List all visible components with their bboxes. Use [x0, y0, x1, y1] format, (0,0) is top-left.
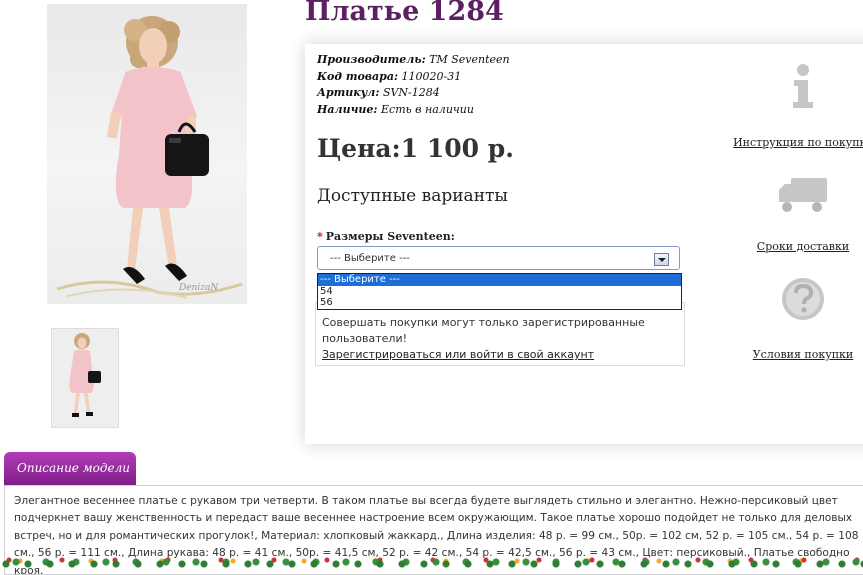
tab-description[interactable]: Описание модели — [4, 452, 136, 486]
code-value: 110020-31 — [401, 69, 462, 83]
tab-description-label: Описание модели — [17, 461, 130, 475]
variants-heading: Доступные варианты — [317, 186, 508, 206]
required-mark: * — [317, 230, 323, 243]
model-photo: DenizaN — [56, 16, 243, 299]
size-option[interactable]: --- Выберите --- — [318, 274, 681, 286]
code-label: Код товара: — [317, 69, 399, 83]
size-select-value: --- Выберите --- — [330, 253, 410, 264]
stock-row: Наличие: Есть в наличии — [317, 102, 510, 119]
question-icon — [782, 278, 824, 320]
truck-icon — [779, 178, 827, 212]
watermark-text: DenizaN — [178, 283, 219, 293]
product-main-image[interactable]: DenizaN — [47, 4, 247, 304]
sku-label: Артикул: — [317, 86, 380, 99]
size-dropdown-list[interactable]: --- Выберите --- 54 56 — [317, 273, 682, 310]
price: Цена:1 100 р. — [317, 134, 514, 163]
manufacturer-row: Производитель: ТМ Seventeen — [317, 52, 510, 69]
info-icon — [793, 64, 813, 108]
product-title: Платье 1284 — [305, 0, 504, 27]
code-row: Код товара: 110020-31 — [317, 69, 510, 86]
sku-row: Артикул: SVN-1284 — [317, 85, 510, 102]
sidebar-item-terms[interactable]: Условия покупки — [723, 276, 863, 361]
sidebar-item-delivery[interactable]: Сроки доставки — [723, 174, 863, 253]
stock-value: Есть в наличии — [381, 102, 474, 116]
sku-value: SVN-1284 — [382, 86, 440, 99]
notice-text: Совершать покупки могут только зарегистр… — [322, 316, 645, 345]
size-option[interactable]: 56 — [318, 297, 681, 309]
manufacturer-label: Производитель: — [317, 53, 426, 66]
login-link[interactable]: Зарегистрироваться или войти в свой акка… — [322, 348, 594, 361]
product-info-panel: Производитель: ТМ Seventeen Код товара: … — [305, 44, 863, 444]
size-label: * Размеры Seventeen: — [317, 230, 455, 243]
size-option[interactable]: 54 — [318, 286, 681, 298]
sidebar-item-instructions[interactable]: Инструкция по покупке — [723, 62, 863, 149]
size-select[interactable]: --- Выберите --- — [317, 246, 680, 270]
chevron-down-icon[interactable] — [654, 253, 669, 266]
thumbnail-photo — [69, 333, 101, 417]
login-notice: Совершать покупки могут только зарегистр… — [315, 302, 685, 366]
size-label-text: Размеры Seventeen: — [325, 230, 455, 243]
product-details: Производитель: ТМ Seventeen Код товара: … — [317, 52, 510, 118]
holiday-garland-decoration — [0, 556, 863, 568]
stock-label: Наличие: — [317, 102, 378, 116]
sidebar-item-label[interactable]: Инструкция по покупке — [723, 136, 863, 149]
manufacturer-value: ТМ Seventeen — [429, 53, 510, 66]
sidebar-item-label[interactable]: Условия покупки — [723, 348, 863, 361]
product-thumbnail[interactable] — [51, 328, 119, 428]
sidebar-item-label[interactable]: Сроки доставки — [723, 240, 863, 253]
